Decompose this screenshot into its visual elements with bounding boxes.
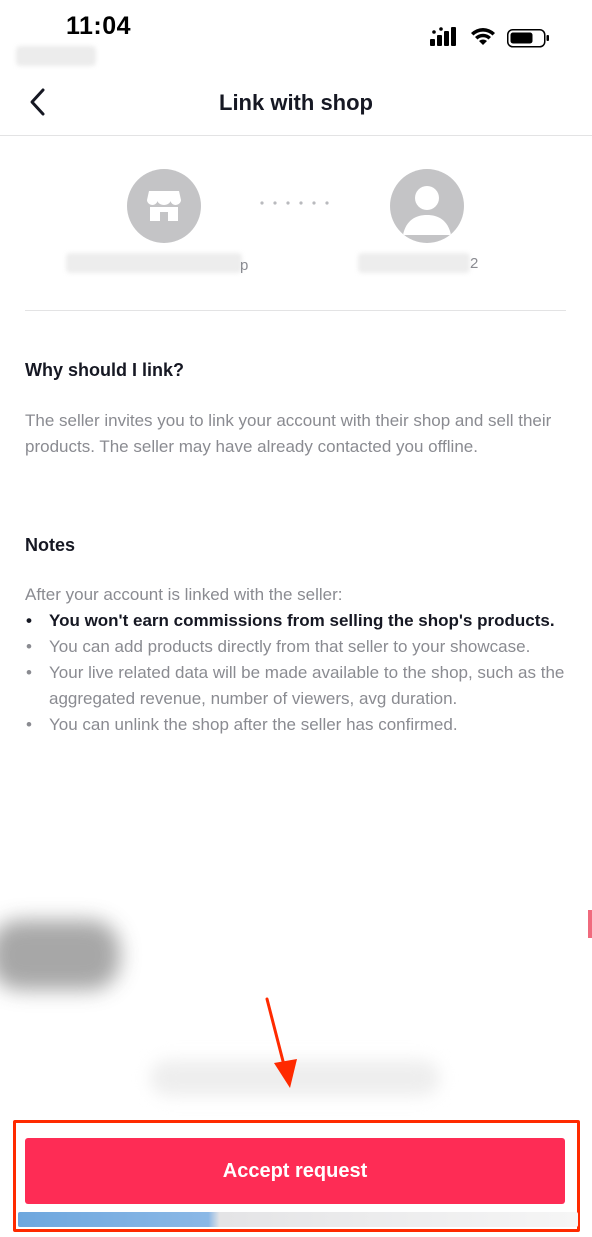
link-dots — [260, 201, 329, 205]
notes-list: • You won't earn commissions from selling… — [25, 608, 570, 738]
user-name-blurred — [358, 253, 470, 273]
list-item-text: Your live related data will be made avai… — [49, 663, 565, 708]
list-item-text: You won't earn commissions from selling … — [49, 611, 555, 630]
wifi-icon — [471, 28, 495, 45]
list-item-text: You can unlink the shop after the seller… — [49, 715, 458, 734]
why-heading: Why should I link? — [25, 360, 184, 380]
cellular-signal-icon — [430, 27, 456, 46]
list-item: • You won't earn commissions from selling… — [25, 608, 570, 634]
bullet: • — [26, 663, 32, 682]
why-body: The seller invites you to link your acco… — [25, 411, 552, 456]
status-blurred-text — [16, 46, 96, 66]
person-icon — [403, 186, 451, 235]
list-item-text: You can add products directly from that … — [49, 637, 531, 656]
status-icons — [430, 27, 549, 48]
notes-heading: Notes — [25, 535, 76, 555]
edge-marker — [588, 910, 592, 938]
user-name: 2 — [470, 255, 479, 272]
list-item: • You can unlink the shop after the selle… — [25, 712, 570, 738]
status-time: 11:04 — [66, 12, 132, 40]
nav-bar: Link with shop — [0, 70, 592, 136]
shop-avatar — [127, 169, 201, 243]
user-avatar — [390, 169, 464, 243]
list-item: • You can add products directly from that… — [25, 634, 570, 660]
bottom-strip — [18, 1212, 578, 1227]
accept-request-button[interactable]: Accept request — [25, 1138, 565, 1204]
battery-icon — [507, 29, 549, 48]
notes-intro: After your account is linked with the se… — [25, 585, 343, 604]
divider — [25, 310, 566, 311]
annotation-arrow-icon — [265, 997, 297, 1088]
shop-name-blurred — [66, 253, 242, 273]
bullet: • — [26, 637, 32, 656]
status-bar: 11:04 — [0, 0, 592, 70]
shop-name: p — [240, 257, 249, 274]
blurred-overlay — [0, 920, 120, 990]
bullet: • — [26, 611, 32, 630]
list-item: • Your live related data will be made ava… — [25, 660, 570, 712]
bullet: • — [26, 715, 32, 734]
storefront-icon — [147, 191, 181, 221]
page-title: Link with shop — [219, 90, 373, 115]
link-avatars: p 2 — [0, 136, 592, 311]
